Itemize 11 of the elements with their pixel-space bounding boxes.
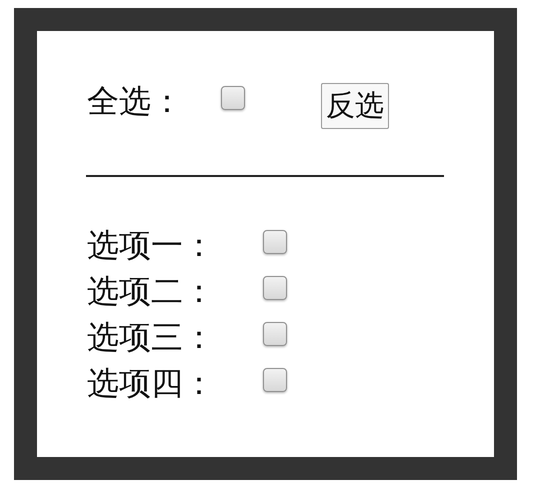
- option-label: 选项四：: [87, 363, 216, 404]
- checkbox[interactable]: [263, 230, 287, 254]
- select-all-label: 全选：: [87, 81, 183, 122]
- option-label: 选项二：: [87, 271, 216, 312]
- checkbox[interactable]: [263, 368, 287, 392]
- option-label: 选项三：: [87, 317, 216, 358]
- option-label: 选项一：: [87, 225, 216, 266]
- checkbox[interactable]: [263, 322, 287, 346]
- checkbox[interactable]: [221, 86, 245, 110]
- checkbox[interactable]: [263, 276, 287, 300]
- invert-selection-button[interactable]: 反选: [321, 83, 389, 129]
